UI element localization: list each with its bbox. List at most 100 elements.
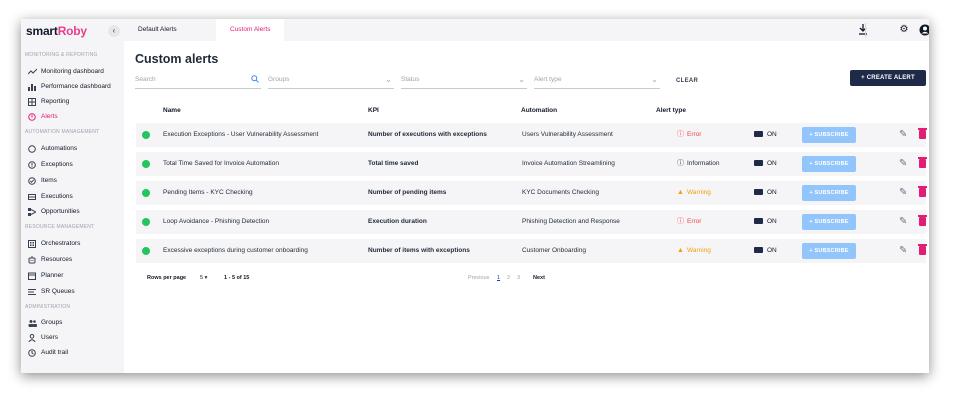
alert-kpi: Number of items with exceptions bbox=[368, 247, 470, 254]
circle-icon bbox=[27, 144, 37, 154]
email-notification-toggle[interactable]: ON bbox=[754, 181, 777, 205]
user-icon bbox=[27, 333, 37, 343]
search-input[interactable]: Search bbox=[135, 75, 261, 89]
table-row[interactable]: Loop Avoidance - Phishing Detection Exec… bbox=[136, 210, 927, 234]
status-dot bbox=[142, 160, 150, 168]
alert-type-badge: ⓘ Error bbox=[677, 123, 701, 147]
download-icon[interactable] bbox=[857, 24, 869, 36]
next-page-button[interactable]: Next bbox=[533, 275, 545, 281]
column-header-kpi: KPI bbox=[368, 107, 379, 114]
information-icon: ⓘ bbox=[677, 160, 684, 167]
account-icon[interactable] bbox=[919, 24, 929, 36]
sidebar-item-orchestrators[interactable]: Orchestrators bbox=[27, 237, 80, 250]
previous-page-button[interactable]: Previous bbox=[468, 275, 489, 281]
delete-icon[interactable] bbox=[918, 244, 927, 255]
sidebar-item-automations[interactable]: Automations bbox=[27, 142, 77, 155]
alert-name: Excessive exceptions during customer onb… bbox=[163, 247, 308, 254]
sidebar-item-planner[interactable]: Planner bbox=[27, 269, 63, 282]
clear-button[interactable]: CLEAR bbox=[676, 78, 698, 84]
alert-automation: Invoice Automation Streamlining bbox=[522, 160, 615, 167]
sidebar-item-groups[interactable]: Groups bbox=[27, 316, 62, 329]
table-row[interactable]: Total Time Saved for Invoice Automation … bbox=[136, 152, 927, 176]
chevron-down-icon: ⌄ bbox=[651, 75, 658, 84]
gear-icon[interactable]: ⚙ bbox=[898, 24, 910, 36]
edit-icon[interactable]: ✎ bbox=[899, 244, 907, 258]
mail-icon bbox=[754, 131, 763, 138]
trend-line-icon bbox=[27, 67, 37, 77]
edit-icon[interactable]: ✎ bbox=[899, 157, 907, 171]
alert-automation: Customer Onboarding bbox=[522, 247, 586, 254]
executions-icon bbox=[27, 192, 37, 202]
sidebar-collapse-button[interactable]: ‹ bbox=[108, 25, 120, 37]
sidebar-item-exceptions[interactable]: Exceptions bbox=[27, 158, 73, 171]
create-alert-button[interactable]: + CREATE ALERT bbox=[850, 70, 926, 86]
sidebar-item-opportunities[interactable]: Opportunities bbox=[27, 205, 80, 218]
email-notification-toggle[interactable]: ON bbox=[754, 239, 777, 263]
robot-icon bbox=[27, 255, 37, 265]
table-row[interactable]: Excessive exceptions during customer onb… bbox=[136, 239, 927, 263]
delete-icon[interactable] bbox=[918, 186, 927, 197]
delete-icon[interactable] bbox=[918, 128, 927, 139]
column-header-alert-type: Alert type bbox=[656, 107, 686, 114]
status-select[interactable]: Status ⌄ bbox=[401, 75, 527, 89]
warning-icon: ▲ bbox=[677, 189, 684, 196]
edit-icon[interactable]: ✎ bbox=[899, 215, 907, 229]
subscribe-button[interactable]: + SUBSCRIBE bbox=[802, 243, 856, 259]
page-number[interactable]: 3 bbox=[517, 275, 520, 281]
page-title: Custom alerts bbox=[135, 52, 219, 66]
orchestrator-icon bbox=[27, 239, 37, 249]
table-row[interactable]: Execution Exceptions - User Vulnerabilit… bbox=[136, 123, 927, 147]
sidebar-item-alerts[interactable]: Alerts bbox=[27, 110, 58, 123]
app-logo[interactable]: smartRoby bbox=[26, 24, 87, 38]
subscribe-button[interactable]: + SUBSCRIBE bbox=[802, 156, 856, 172]
alert-name: Loop Avoidance - Phishing Detection bbox=[163, 218, 270, 225]
exception-icon bbox=[27, 160, 37, 170]
caret-down-icon: ▾ bbox=[204, 275, 208, 281]
sidebar-item-sr-queues[interactable]: SR Queues bbox=[27, 285, 75, 298]
app-window: smartRoby ‹ MONITORING & REPORTING Monit… bbox=[21, 19, 929, 373]
alert-type-select[interactable]: Alert type ⌄ bbox=[534, 75, 660, 89]
section-label-resource: RESOURCE MANAGEMENT bbox=[25, 224, 95, 230]
sidebar-item-executions[interactable]: Executions bbox=[27, 190, 73, 203]
sidebar-item-items[interactable]: Items bbox=[27, 174, 57, 187]
email-notification-toggle[interactable]: ON bbox=[754, 152, 777, 176]
sidebar-item-resources[interactable]: Resources bbox=[27, 253, 72, 266]
sidebar-item-audit-trail[interactable]: Audit trail bbox=[27, 346, 68, 359]
groups-select[interactable]: Groups ⌄ bbox=[268, 75, 394, 89]
subscribe-button[interactable]: + SUBSCRIBE bbox=[802, 185, 856, 201]
search-icon bbox=[251, 75, 259, 85]
rows-per-page-select[interactable]: 5 ▾ bbox=[200, 275, 207, 281]
alert-kpi: Total time saved bbox=[368, 160, 419, 167]
pagination-range: 1 - 5 of 15 bbox=[224, 275, 250, 281]
sidebar-item-reporting[interactable]: Reporting bbox=[27, 95, 69, 108]
page-number[interactable]: 2 bbox=[507, 275, 510, 281]
history-icon bbox=[27, 348, 37, 358]
edit-icon[interactable]: ✎ bbox=[899, 186, 907, 200]
sidebar: smartRoby ‹ MONITORING & REPORTING Monit… bbox=[21, 19, 124, 373]
section-label-administration: ADMINISTRATION bbox=[25, 304, 71, 310]
sidebar-item-users[interactable]: Users bbox=[27, 331, 58, 344]
table-row[interactable]: Pending Items - KYC Checking Number of p… bbox=[136, 181, 927, 205]
chevron-down-icon: ⌄ bbox=[385, 75, 392, 84]
report-grid-icon bbox=[27, 97, 37, 107]
sidebar-item-performance-dashboard[interactable]: Performance dashboard bbox=[27, 80, 111, 93]
header-divider bbox=[865, 23, 866, 37]
subscribe-button[interactable]: + SUBSCRIBE bbox=[802, 214, 856, 230]
delete-icon[interactable] bbox=[918, 157, 927, 168]
edit-icon[interactable]: ✎ bbox=[899, 128, 907, 142]
email-notification-toggle[interactable]: ON bbox=[754, 123, 777, 147]
delete-icon[interactable] bbox=[918, 215, 927, 226]
queue-icon bbox=[27, 287, 37, 297]
tab-default-alerts[interactable]: Default Alerts bbox=[124, 19, 191, 41]
tab-custom-alerts[interactable]: Custom Alerts bbox=[216, 19, 285, 41]
status-dot bbox=[142, 189, 150, 197]
page-number[interactable]: 1 bbox=[497, 275, 500, 281]
alert-kpi: Number of pending items bbox=[368, 189, 447, 196]
alert-icon bbox=[27, 112, 37, 122]
sidebar-item-monitoring-dashboard[interactable]: Monitoring dashboard bbox=[27, 65, 104, 78]
top-header: Default Alerts Custom Alerts ⚙ bbox=[124, 19, 929, 41]
subscribe-button[interactable]: + SUBSCRIBE bbox=[802, 127, 856, 143]
email-notification-toggle[interactable]: ON bbox=[754, 210, 777, 234]
check-circle-icon bbox=[27, 176, 37, 186]
section-label-automation: AUTOMATION MANAGEMENT bbox=[25, 129, 100, 135]
